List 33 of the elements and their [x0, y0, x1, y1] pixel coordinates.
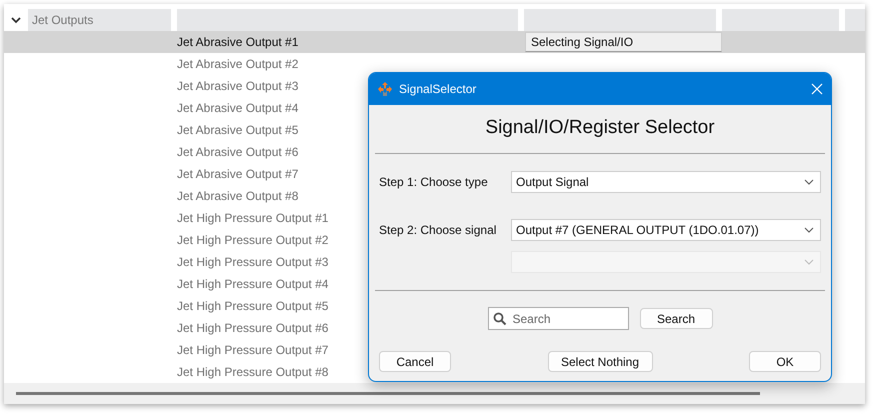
dropdown[interactable]: Output Signal	[511, 171, 821, 193]
chevron-down-icon	[804, 227, 814, 233]
dialog-button[interactable]: Cancel	[379, 351, 451, 372]
column-header	[845, 9, 865, 31]
chevron-down-icon	[804, 259, 814, 265]
row-label: Jet High Pressure Output #1	[177, 211, 328, 225]
row-label: Jet Abrasive Output #1	[177, 35, 298, 49]
table-row[interactable]: Jet Abrasive Output #1 Selecting Signal/IO	[4, 31, 865, 53]
row-label: Jet Abrasive Output #2	[177, 57, 298, 71]
field-label: Step 1: Choose type	[379, 175, 489, 189]
cell-editor[interactable]: Selecting Signal/IO	[525, 32, 722, 52]
dropdown[interactable]: Output #7 (GENERAL OUTPUT (1DO.01.07))	[511, 219, 821, 241]
close-icon[interactable]	[811, 83, 823, 95]
app-logo-icon	[377, 81, 393, 97]
row-label: Jet High Pressure Output #5	[177, 299, 328, 313]
row-label: Jet High Pressure Output #4	[177, 277, 328, 291]
table-row[interactable]: Jet Abrasive Output #2	[4, 53, 865, 75]
search-button[interactable]: Search	[640, 308, 712, 329]
row-label: Jet High Pressure Output #3	[177, 255, 328, 269]
chevron-down-icon	[804, 179, 814, 185]
row-label: Jet High Pressure Output #7	[177, 343, 328, 357]
dialog-heading: Signal/IO/Register Selector	[484, 117, 716, 139]
dialog-button[interactable]: OK	[749, 351, 821, 372]
search-field[interactable]: Search	[488, 307, 628, 330]
group-label: Jet Outputs	[28, 9, 171, 31]
row-label: Jet Abrasive Output #8	[177, 189, 298, 203]
row-label: Jet Abrasive Output #4	[177, 101, 298, 115]
field-label: Step 2: Choose signal	[379, 223, 498, 237]
dialog-title: SignalSelector	[399, 82, 478, 96]
search-icon	[492, 312, 506, 326]
row-label: Jet Abrasive Output #6	[177, 145, 298, 159]
scrollbar[interactable]	[16, 392, 760, 395]
dialog-button[interactable]: Select Nothing	[548, 351, 652, 372]
